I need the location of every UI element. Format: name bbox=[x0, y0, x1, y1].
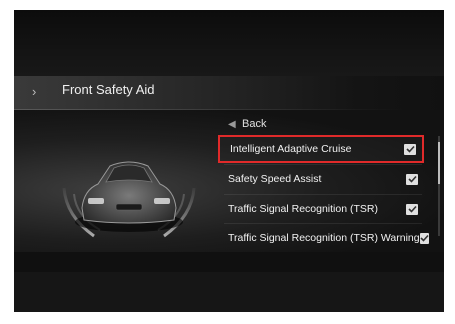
checkbox-checked-icon[interactable] bbox=[406, 203, 418, 215]
page-title: Front Safety Aid bbox=[62, 82, 155, 97]
menu-item-label: Intelligent Adaptive Cruise bbox=[230, 143, 352, 155]
menu-item-safety-speed-assist[interactable]: Safety Speed Assist bbox=[218, 165, 424, 193]
car-grille bbox=[115, 203, 143, 211]
car-sensor-graphic bbox=[62, 161, 196, 238]
footer-bar bbox=[14, 272, 444, 312]
menu-item-traffic-signal-recognition[interactable]: Traffic Signal Recognition (TSR) bbox=[218, 195, 424, 223]
menu-item-label: Traffic Signal Recognition (TSR) bbox=[228, 203, 378, 215]
display-screen: › Front Safety Aid ◀ Back Intelligent Ad… bbox=[14, 10, 444, 312]
car-headlight-left bbox=[88, 198, 104, 204]
back-button[interactable]: ◀ Back bbox=[228, 114, 408, 134]
checkbox-checked-icon[interactable] bbox=[419, 232, 429, 244]
back-label: Back bbox=[242, 118, 267, 130]
back-arrow-icon: ◀ bbox=[228, 118, 236, 130]
checkbox-checked-icon[interactable] bbox=[404, 143, 416, 155]
menu-item-label: Traffic Signal Recognition (TSR) Warning bbox=[228, 232, 420, 244]
checkbox-checked-icon[interactable] bbox=[406, 173, 418, 185]
scrollbar-thumb[interactable] bbox=[438, 142, 440, 184]
chevron-right-icon: › bbox=[32, 84, 37, 99]
menu-item-intelligent-adaptive-cruise[interactable]: Intelligent Adaptive Cruise bbox=[218, 135, 424, 163]
menu-item-tsr-warning[interactable]: Traffic Signal Recognition (TSR) Warning bbox=[218, 224, 429, 252]
menu-item-label: Safety Speed Assist bbox=[228, 173, 322, 185]
scrollbar[interactable] bbox=[438, 136, 440, 236]
car-headlight-right bbox=[154, 198, 170, 204]
